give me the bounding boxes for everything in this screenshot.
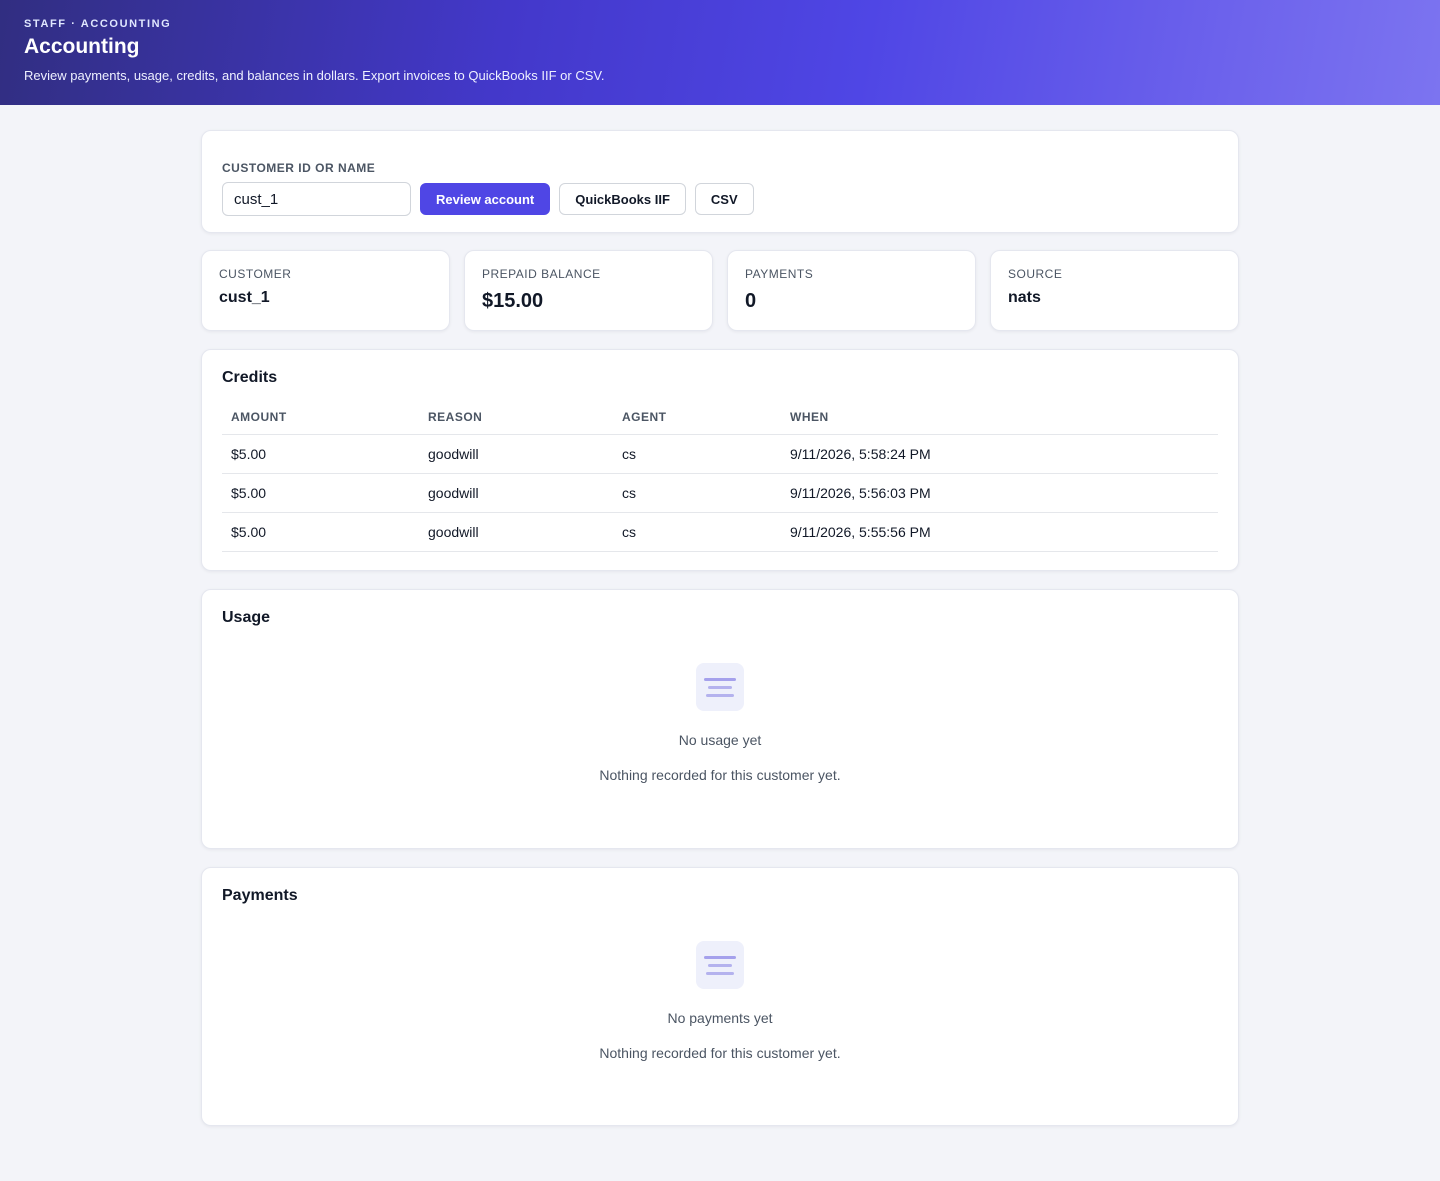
stat-source: SOURCE nats bbox=[990, 250, 1239, 331]
page-header: STAFF · ACCOUNTING Accounting Review pay… bbox=[0, 0, 1440, 105]
credits-header-row: AMOUNT REASON AGENT WHEN bbox=[222, 403, 1218, 435]
summary-stats: CUSTOMER cust_1 PREPAID BALANCE $15.00 P… bbox=[201, 250, 1239, 331]
credit-amount: $5.00 bbox=[222, 434, 419, 474]
stat-source-label: SOURCE bbox=[1008, 267, 1063, 281]
usage-empty-subtitle: Nothing recorded for this customer yet. bbox=[599, 767, 841, 783]
table-row: $5.00 goodwill cs 9/11/2026, 5:55:56 PM bbox=[222, 512, 1218, 552]
payments-empty-state: No payments yet Nothing recorded for thi… bbox=[222, 941, 1218, 1061]
customer-search-input[interactable] bbox=[222, 182, 411, 216]
credit-when: 9/11/2026, 5:58:24 PM bbox=[781, 434, 1218, 474]
payments-section: Payments No payments yet Nothing recorde… bbox=[201, 867, 1239, 1126]
credit-reason: goodwill bbox=[419, 512, 613, 552]
column-header-amount: AMOUNT bbox=[222, 403, 419, 435]
customer-search-card: CUSTOMER ID OR NAME Review account Quick… bbox=[201, 130, 1239, 233]
header-eyebrow: STAFF · ACCOUNTING bbox=[24, 18, 172, 30]
export-quickbooks-button[interactable]: QuickBooks IIF bbox=[559, 183, 686, 215]
table-row: $5.00 goodwill cs 9/11/2026, 5:58:24 PM bbox=[222, 434, 1218, 474]
payments-empty-title: No payments yet bbox=[667, 1010, 773, 1026]
customer-search-row: Review account QuickBooks IIF CSV bbox=[222, 182, 1218, 216]
credit-agent: cs bbox=[613, 434, 781, 474]
list-icon bbox=[696, 941, 744, 989]
credit-when: 9/11/2026, 5:55:56 PM bbox=[781, 512, 1218, 552]
stat-customer-value: cust_1 bbox=[219, 289, 270, 306]
credit-agent: cs bbox=[613, 512, 781, 552]
list-icon bbox=[696, 663, 744, 711]
page-title: Accounting bbox=[24, 35, 140, 58]
credits-section: Credits AMOUNT REASON AGENT WHEN $5.00 g… bbox=[201, 349, 1239, 571]
stat-prepaid-value: $15.00 bbox=[482, 290, 544, 312]
credit-reason: goodwill bbox=[419, 473, 613, 513]
table-row: $5.00 goodwill cs 9/11/2026, 5:56:03 PM bbox=[222, 473, 1218, 513]
page-subtitle: Review payments, usage, credits, and bal… bbox=[24, 68, 605, 83]
usage-section: Usage No usage yet Nothing recorded for … bbox=[201, 589, 1239, 849]
main-content: CUSTOMER ID OR NAME Review account Quick… bbox=[201, 130, 1239, 1126]
stat-source-value: nats bbox=[1008, 289, 1041, 306]
credits-title: Credits bbox=[222, 369, 278, 386]
column-header-when: WHEN bbox=[781, 403, 1218, 435]
credit-agent: cs bbox=[613, 473, 781, 513]
stat-customer-label: CUSTOMER bbox=[219, 267, 292, 281]
review-account-button[interactable]: Review account bbox=[420, 183, 551, 215]
stat-payments-value: 0 bbox=[745, 290, 757, 312]
stat-prepaid-balance: PREPAID BALANCE $15.00 bbox=[464, 250, 713, 331]
payments-empty-subtitle: Nothing recorded for this customer yet. bbox=[599, 1045, 841, 1061]
usage-title: Usage bbox=[222, 609, 271, 626]
export-csv-button[interactable]: CSV bbox=[694, 183, 754, 215]
column-header-agent: AGENT bbox=[613, 403, 781, 435]
payments-title: Payments bbox=[222, 887, 298, 904]
credits-table: AMOUNT REASON AGENT WHEN $5.00 goodwill … bbox=[222, 403, 1218, 552]
stat-payments-label: PAYMENTS bbox=[745, 267, 814, 281]
credit-amount: $5.00 bbox=[222, 473, 419, 513]
usage-empty-title: No usage yet bbox=[678, 732, 762, 748]
stat-prepaid-label: PREPAID BALANCE bbox=[482, 267, 601, 281]
credit-reason: goodwill bbox=[419, 434, 613, 474]
stat-customer: CUSTOMER cust_1 bbox=[201, 250, 450, 331]
stat-payments: PAYMENTS 0 bbox=[727, 250, 976, 331]
customer-search-label: CUSTOMER ID OR NAME bbox=[222, 161, 376, 175]
column-header-reason: REASON bbox=[419, 403, 613, 435]
credit-when: 9/11/2026, 5:56:03 PM bbox=[781, 473, 1218, 513]
usage-empty-state: No usage yet Nothing recorded for this c… bbox=[222, 663, 1218, 783]
credit-amount: $5.00 bbox=[222, 512, 419, 552]
